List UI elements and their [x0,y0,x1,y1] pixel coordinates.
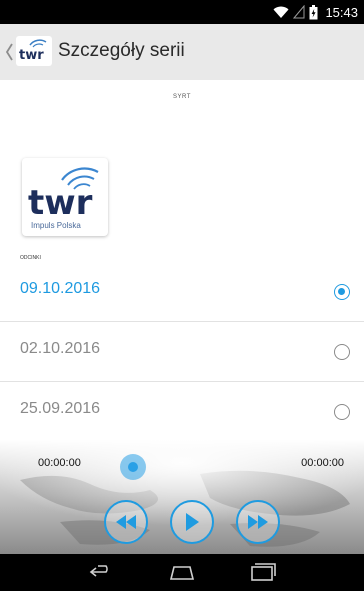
audio-player[interactable]: 00:00:00 00:00:00 [0,440,364,554]
series-logo: twr Impuls Polska [22,158,108,236]
play-button[interactable] [170,500,214,544]
fast-forward-button[interactable] [236,500,280,544]
battery-icon [309,4,318,19]
up-caret-icon[interactable] [4,41,14,63]
back-icon[interactable] [88,560,116,584]
rewind-icon [116,515,136,529]
episode-date: 02.10.2016 [20,340,101,357]
navigation-bar [0,554,364,591]
status-time: 15:43 [325,4,358,20]
series-details[interactable]: SYRT twr Impuls Polska ODCINKI 09.10.201… [0,80,364,440]
recents-icon[interactable] [248,560,276,584]
episode-date: 09.10.2016 [20,280,101,297]
wifi-icon [273,6,289,18]
app-logo[interactable]: twr [16,36,52,66]
episode-radio[interactable] [334,284,350,300]
episode-row[interactable]: 25.09.2016 [0,382,364,440]
episode-date: 25.09.2016 [20,400,101,417]
series-code: SYRT [173,94,191,100]
play-icon [186,513,199,531]
episode-radio[interactable] [334,344,350,360]
seek-bar-thumb[interactable] [120,454,146,480]
episode-radio[interactable] [334,404,350,420]
episodes-label: ODCINKI [20,255,41,261]
series-logo-caption: Impuls Polska [31,221,81,230]
status-bar: 15:43 [0,0,364,24]
elapsed-time: 00:00:00 [38,457,81,469]
series-logo-text: twr [28,183,93,223]
action-bar[interactable]: twr Szczegóły serii [0,24,364,80]
page-title: Szczegóły serii [58,40,185,61]
app-logo-text: twr [19,48,44,63]
total-time: 00:00:00 [301,457,344,469]
signal-icon [293,5,305,19]
episode-row[interactable]: 02.10.2016 [0,322,364,382]
rewind-button[interactable] [104,500,148,544]
home-icon[interactable] [168,560,196,584]
status-icons: 15:43 [273,3,358,21]
fast-forward-icon [248,515,268,529]
episode-row[interactable]: 09.10.2016 [0,262,364,322]
